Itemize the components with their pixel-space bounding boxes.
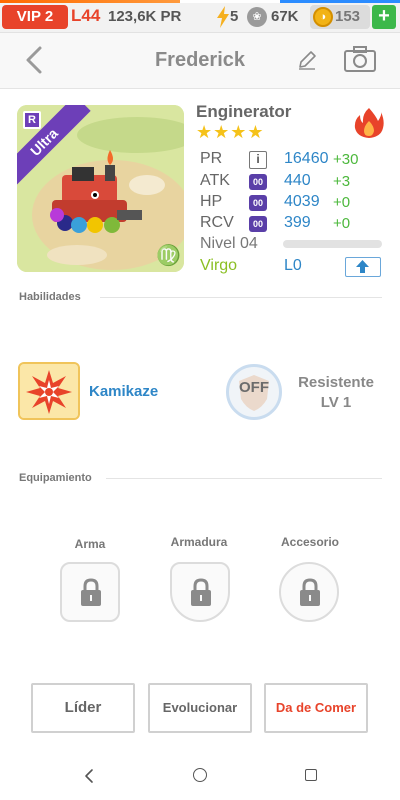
info-icon[interactable]: i — [249, 151, 267, 169]
resource-bar: VIP 2 L44 123,6K PR 5 ❀ 67K ◑ 153 + — [0, 0, 400, 33]
page-title: Frederick — [154, 49, 246, 71]
evolve-button[interactable]: Evolucionar — [148, 683, 252, 733]
energy-count: 5 — [230, 8, 239, 25]
equip-label-armor: Armadura — [170, 535, 228, 549]
armor-slot[interactable] — [170, 562, 230, 622]
camera-icon[interactable] — [343, 45, 377, 73]
rarity-badge: R — [23, 111, 41, 129]
paw-count: 67K — [271, 8, 299, 25]
stat-badge-icon: 00 — [249, 216, 267, 232]
explosion-icon — [20, 364, 78, 418]
star-rating: ★★★★ — [196, 122, 265, 142]
stat-value-atk: 440 — [284, 172, 311, 189]
pet-level: Nivel 04 — [200, 235, 258, 252]
stat-value-pr: 16460 — [284, 150, 329, 167]
stat-value-hp: 4039 — [284, 193, 320, 210]
nav-home-icon[interactable] — [193, 768, 207, 782]
virgo-icon: ♍ — [156, 245, 181, 267]
passive-skill-name[interactable]: Resistente LV 1 — [288, 373, 384, 413]
player-level: L44 — [71, 6, 101, 25]
stat-label-pr: PR — [200, 150, 223, 167]
progress-strip — [0, 0, 400, 3]
xp-bar — [283, 240, 382, 248]
stat-label-rcv: RCV — [200, 214, 234, 231]
equip-label-accessory: Accesorio — [280, 535, 340, 549]
stat-bonus-hp: +0 — [333, 194, 351, 211]
leader-button[interactable]: Líder — [31, 683, 135, 733]
stat-bonus-atk: +3 — [333, 173, 351, 190]
limit-level: L0 — [284, 257, 302, 274]
paw-icon: ❀ — [247, 7, 267, 27]
vip-badge[interactable]: VIP 2 — [2, 5, 68, 29]
skills-section-title: Habilidades — [19, 291, 81, 303]
lightning-icon — [217, 6, 229, 28]
page-header: Frederick — [0, 33, 400, 89]
stat-label-hp: HP — [200, 193, 223, 210]
passive-skill-title: Resistente — [298, 374, 374, 391]
lock-icon — [81, 578, 101, 606]
add-coins-button[interactable]: + — [372, 5, 396, 29]
coin-icon: ◑ — [313, 7, 333, 27]
pencil-icon[interactable] — [296, 49, 318, 71]
coin-count: 153 — [335, 8, 361, 25]
kamikaze-skill-icon[interactable] — [18, 362, 80, 420]
weapon-slot[interactable] — [60, 562, 120, 622]
stat-bonus-rcv: +0 — [333, 215, 351, 232]
equipment-section-title: Equipamiento — [19, 472, 92, 484]
zodiac-label: Virgo — [200, 257, 238, 274]
equip-label-weapon: Arma — [74, 537, 106, 551]
pet-species: Enginerator — [196, 102, 292, 121]
feed-button[interactable]: Da de Comer — [264, 683, 368, 733]
accessory-slot[interactable] — [279, 562, 339, 622]
system-nav-bar — [0, 754, 400, 800]
lock-icon — [300, 578, 320, 606]
arrow-up-icon — [356, 260, 369, 273]
power-rating-total: 123,6K PR — [108, 8, 182, 25]
stat-label-atk: ATK — [200, 172, 230, 189]
stat-bonus-pr: +30 — [333, 151, 359, 168]
stat-value-rcv: 399 — [284, 214, 311, 231]
fire-element-icon[interactable] — [354, 107, 384, 139]
nav-recents-icon[interactable] — [305, 769, 317, 781]
divider — [106, 478, 382, 479]
active-skill-name[interactable]: Kamikaze — [89, 383, 158, 400]
upgrade-button[interactable] — [345, 257, 381, 277]
passive-skill-level: LV 1 — [320, 394, 352, 411]
stat-badge-icon: 00 — [249, 174, 267, 190]
passive-skill-state: OFF — [239, 379, 269, 396]
stat-badge-icon: 00 — [249, 195, 267, 211]
nav-back-icon[interactable] — [82, 768, 96, 784]
divider — [100, 297, 382, 298]
pet-portrait[interactable]: Ultra R ♍ — [17, 105, 184, 272]
lock-icon — [191, 578, 211, 606]
